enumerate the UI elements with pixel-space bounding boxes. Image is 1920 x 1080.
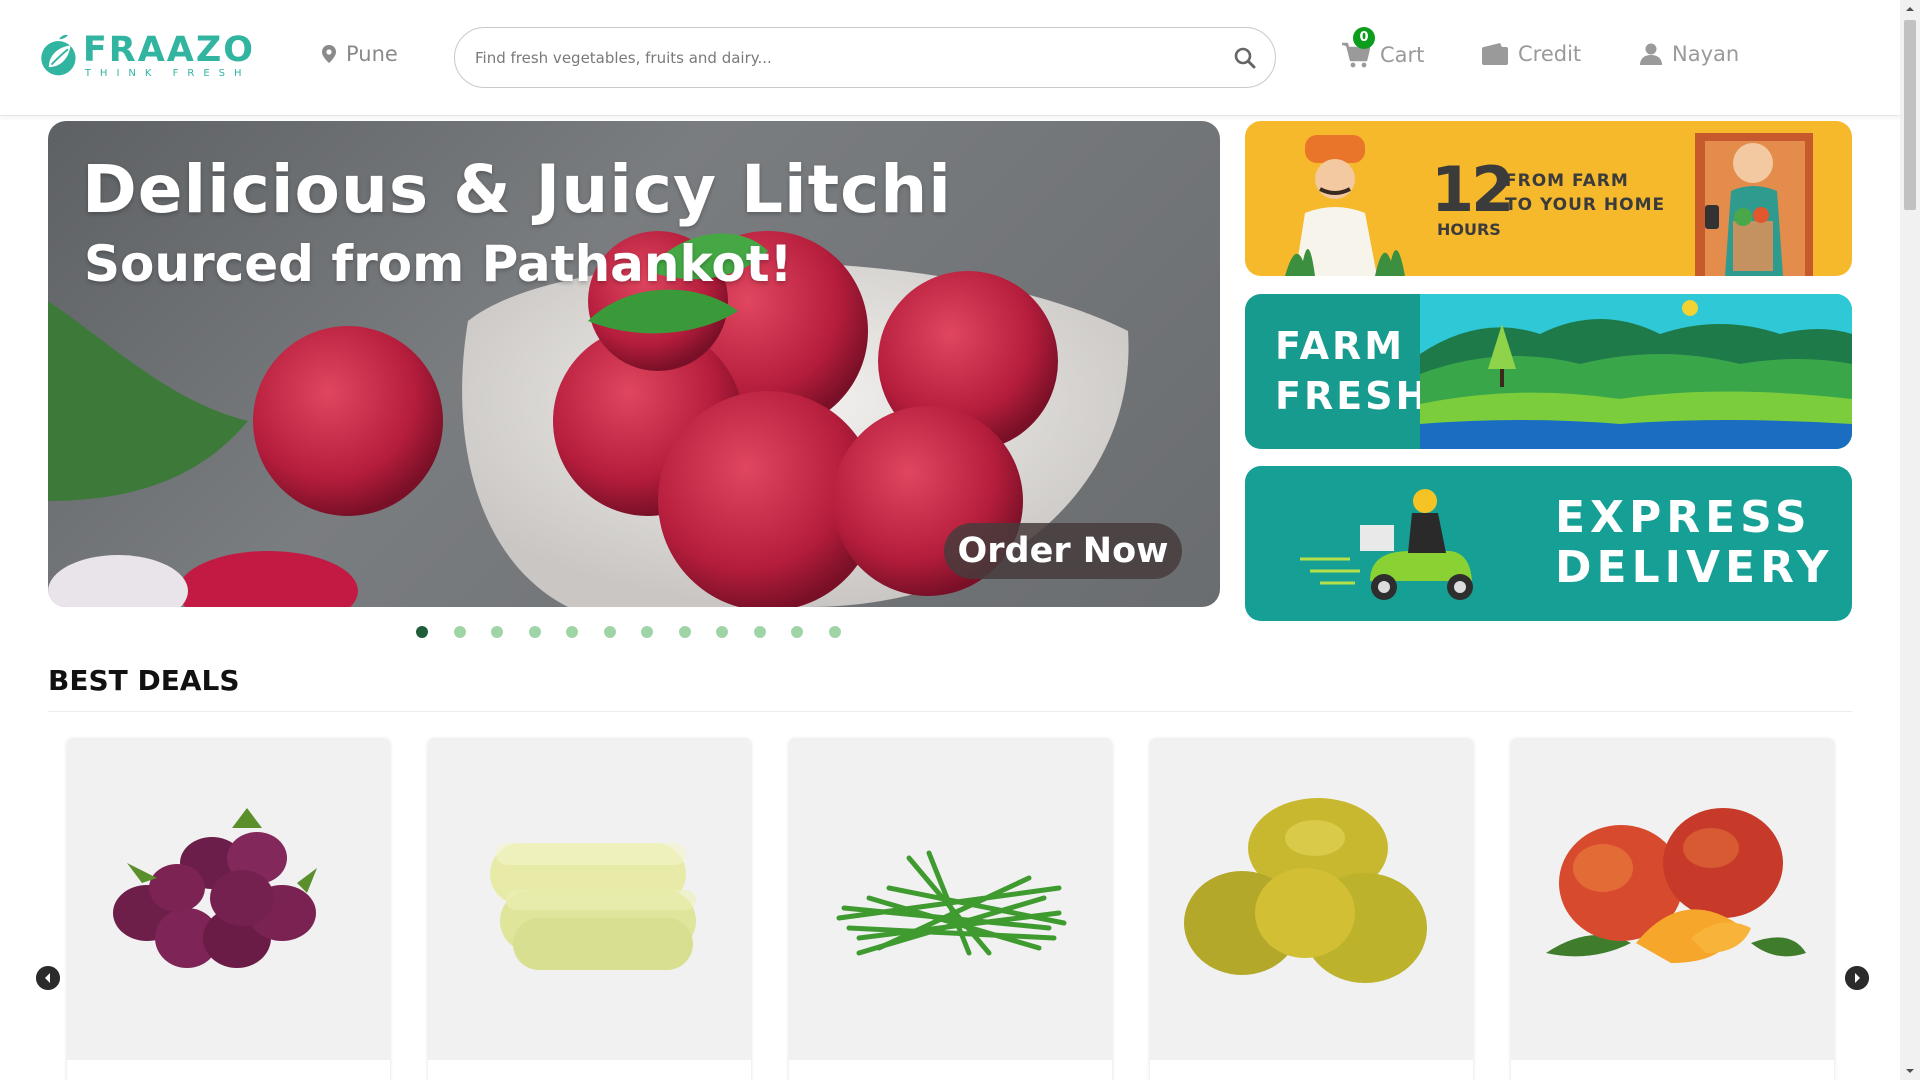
farm-line-2: FRESH	[1275, 374, 1431, 418]
logo-name: FRAAZO	[82, 29, 255, 70]
wallet-icon	[1482, 43, 1508, 65]
carousel-dot[interactable]	[566, 626, 578, 638]
farm-landscape-icon	[1420, 294, 1852, 449]
product-card[interactable]	[1150, 738, 1473, 1080]
location-selector[interactable]: Pune	[322, 42, 398, 66]
carousel-dot[interactable]	[791, 626, 803, 638]
product-card-footer	[67, 1060, 390, 1080]
farm-line-1: FARM	[1275, 324, 1406, 368]
map-pin-icon	[322, 45, 336, 63]
user-icon	[1640, 43, 1662, 65]
carousel-next-arrow-icon[interactable]	[1845, 966, 1869, 990]
shopper-illustration-icon	[1695, 133, 1813, 276]
hours-line-2: TO YOUR HOME	[1505, 195, 1666, 215]
search-icon[interactable]	[1233, 46, 1257, 70]
product-card[interactable]	[789, 738, 1112, 1080]
header: FRAAZO THINK FRESH Pune 0	[0, 0, 1900, 116]
hero-title: Delicious & Juicy Litchi	[82, 151, 952, 228]
carousel-dot[interactable]	[453, 626, 466, 638]
best-deals-divider	[48, 711, 1852, 712]
cart-count-badge: 0	[1353, 27, 1375, 49]
carousel-dot[interactable]	[416, 626, 428, 638]
carousel-dot[interactable]	[716, 626, 728, 638]
hours-number: 12	[1431, 153, 1514, 226]
brinjal-image	[113, 808, 317, 968]
user-menu[interactable]: Nayan	[1640, 42, 1739, 66]
search-input[interactable]	[475, 45, 1195, 71]
page: FRAAZO THINK FRESH Pune 0	[0, 0, 1920, 1080]
cluster-beans-image	[836, 850, 1067, 956]
carousel-dots	[416, 626, 866, 638]
scroll-up-arrow-icon[interactable]	[1900, 0, 1920, 18]
product-card-footer	[1150, 1060, 1473, 1080]
hours-line-1: FROM FARM	[1505, 171, 1629, 191]
product-card[interactable]	[1511, 738, 1834, 1080]
user-name: Nayan	[1672, 42, 1740, 66]
banner-express-delivery[interactable]: EXPRESS DELIVERY	[1245, 466, 1852, 621]
search-bar	[454, 27, 1276, 88]
hero-carousel-slide[interactable]: Delicious & Juicy Litchi Sourced from Pa…	[48, 121, 1220, 607]
logo-leaf-icon	[41, 34, 76, 76]
product-card-footer	[789, 1060, 1112, 1080]
banner-12-hours[interactable]: 12 HOURS FROM FARM TO YOUR HOME	[1245, 121, 1852, 276]
carousel-dot[interactable]	[491, 626, 503, 638]
mango-green-image	[1184, 798, 1427, 983]
express-line-1: EXPRESS	[1555, 492, 1812, 543]
carousel-dot[interactable]	[753, 626, 766, 638]
credit-button[interactable]: Credit	[1482, 42, 1581, 66]
product-card-footer	[428, 1060, 751, 1080]
carousel-dot[interactable]	[828, 626, 841, 638]
location-label: Pune	[346, 42, 398, 66]
product-card[interactable]	[428, 738, 751, 1080]
best-deals-heading: BEST DEALS	[48, 664, 240, 697]
scooter-delivery-icon	[1300, 489, 1473, 600]
scroll-down-arrow-icon[interactable]	[1900, 1062, 1920, 1080]
order-now-button[interactable]: Order Now	[944, 523, 1182, 579]
carousel-prev-arrow-icon[interactable]	[36, 966, 60, 990]
logo-text: FRAAZO THINK FRESH	[83, 32, 255, 79]
credit-label: Credit	[1518, 42, 1582, 66]
cart-label: Cart	[1380, 43, 1425, 67]
hours-unit: HOURS	[1437, 220, 1501, 239]
product-card-footer	[1511, 1060, 1834, 1080]
cart-button[interactable]: 0 Cart	[1342, 27, 1425, 68]
hero-subtitle: Sourced from Pathankot!	[84, 235, 793, 293]
farmer-illustration-icon	[1285, 135, 1405, 276]
carousel-dot[interactable]	[603, 626, 616, 638]
logo[interactable]: FRAAZO THINK FRESH	[40, 18, 255, 92]
logo-tagline: THINK FRESH	[84, 67, 251, 79]
page-scrollbar[interactable]	[1900, 0, 1920, 1080]
express-line-2: DELIVERY	[1555, 542, 1834, 593]
cucumber-image	[490, 843, 696, 970]
scrollbar-thumb[interactable]	[1904, 20, 1916, 210]
carousel-dot[interactable]	[641, 626, 653, 638]
carousel-dot[interactable]	[528, 626, 541, 638]
banner-farm-fresh[interactable]: FARM FRESH	[1245, 294, 1852, 449]
product-card[interactable]	[67, 738, 390, 1080]
mango-red-image	[1546, 808, 1806, 963]
carousel-dot[interactable]	[678, 626, 691, 638]
